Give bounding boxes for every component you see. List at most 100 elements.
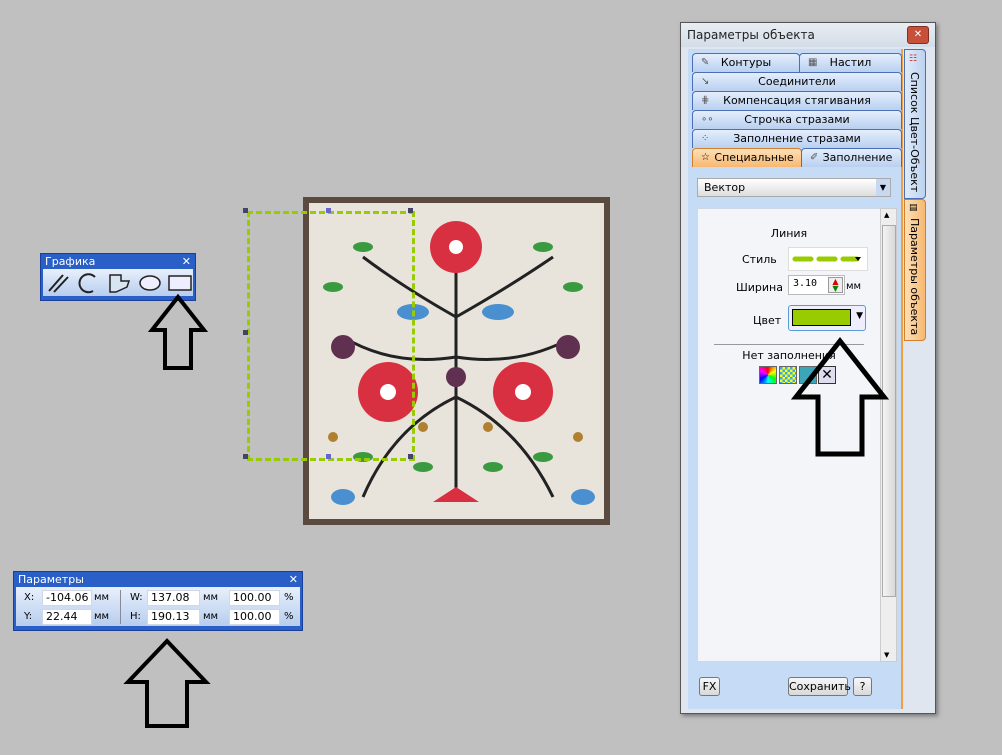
selection-handle[interactable] bbox=[326, 208, 331, 213]
line-style-select[interactable] bbox=[788, 247, 868, 271]
tab-fill-stitch[interactable]: ▦ Настил bbox=[799, 53, 902, 72]
ellipse-tool-icon[interactable] bbox=[139, 275, 161, 291]
arc-tool-icon[interactable] bbox=[78, 273, 96, 294]
scroll-down-icon[interactable]: ▼ bbox=[884, 651, 889, 659]
properties-area: Линия Стиль Ширина 3.10 ▲ ▼ мм Цвет ▼ Нет… bbox=[697, 208, 881, 662]
side-tab-object-params[interactable]: ▤ Параметры объекта bbox=[904, 199, 926, 341]
type-select[interactable]: Вектор ▼ bbox=[697, 178, 891, 197]
x-input[interactable]: -104.06 bbox=[42, 590, 92, 606]
percent-label: % bbox=[284, 611, 294, 622]
scrollbar[interactable]: ▲ ▼ bbox=[880, 208, 897, 662]
params-toolbar: Параметры ✕ X: -104.06 мм Y: 22.44 мм W: … bbox=[13, 571, 303, 631]
chevron-down-icon[interactable]: ▼ bbox=[876, 179, 890, 196]
fx-button[interactable]: FX bbox=[699, 677, 720, 696]
up-arrow-icon bbox=[123, 638, 211, 728]
width-value: 3.10 bbox=[793, 278, 818, 289]
divider bbox=[714, 344, 864, 345]
divider bbox=[120, 590, 121, 624]
rhinestone-line-icon: ∘∘ bbox=[701, 114, 714, 125]
selection-handle[interactable] bbox=[243, 208, 248, 213]
up-arrow-icon bbox=[147, 293, 209, 370]
unit-label: мм bbox=[203, 592, 219, 603]
close-button[interactable]: ✕ bbox=[907, 26, 929, 44]
star-icon: ☆ bbox=[701, 152, 710, 163]
selection-handle[interactable] bbox=[243, 454, 248, 459]
line-color-picker[interactable]: ▼ bbox=[788, 305, 866, 331]
save-button[interactable]: Сохранить bbox=[788, 677, 851, 696]
selection-handle[interactable] bbox=[408, 208, 413, 213]
style-label: Стиль bbox=[742, 253, 777, 266]
tab-contours[interactable]: ✎ Контуры bbox=[692, 53, 800, 72]
tab-label: Заполнение bbox=[822, 151, 893, 164]
fill-stitch-icon: ▦ bbox=[808, 57, 818, 68]
line-tool-icon[interactable] bbox=[48, 274, 69, 293]
close-icon[interactable]: ✕ bbox=[289, 572, 298, 587]
selection-handle[interactable] bbox=[243, 330, 248, 335]
params-icon: ▤ bbox=[909, 203, 918, 213]
graphics-toolbar: Графика ✕ bbox=[40, 253, 196, 301]
tab-rhinestone-line[interactable]: ∘∘ Строчка стразами bbox=[692, 110, 902, 129]
side-tab-label: Параметры объекта bbox=[908, 218, 921, 336]
tab-fill[interactable]: ✐ Заполнение bbox=[801, 148, 902, 167]
h-label: H: bbox=[130, 611, 141, 622]
unit-label: мм bbox=[94, 592, 110, 603]
width-input[interactable]: 3.10 ▲ ▼ bbox=[788, 275, 845, 295]
scrollbar-thumb[interactable] bbox=[882, 225, 896, 597]
compensation-icon: ⋕ bbox=[701, 95, 710, 106]
y-label: Y: bbox=[24, 611, 33, 622]
line-section-title: Линия bbox=[770, 227, 808, 240]
close-icon[interactable]: ✕ bbox=[182, 254, 191, 269]
w-percent-input[interactable]: 100.00 bbox=[229, 590, 280, 606]
y-input[interactable]: 22.44 bbox=[42, 609, 92, 625]
selection-frame[interactable] bbox=[247, 211, 415, 461]
h-input[interactable]: 190.13 bbox=[147, 609, 200, 625]
unit-label: мм bbox=[203, 611, 219, 622]
toolbar-title: Параметры bbox=[18, 573, 84, 586]
tab-label: Настил bbox=[829, 56, 872, 69]
toolbar-title: Графика bbox=[45, 255, 96, 268]
width-label: Ширина bbox=[736, 281, 783, 294]
connector-icon: ↘ bbox=[701, 76, 710, 87]
spinner-icon[interactable]: ▲ ▼ bbox=[828, 277, 843, 293]
selection-handle[interactable] bbox=[326, 454, 331, 459]
pattern-fill-icon[interactable] bbox=[779, 366, 797, 384]
tab-rhinestone-fill[interactable]: ⁘ Заполнение стразами bbox=[692, 129, 902, 148]
tab-connectors[interactable]: ↘ Соединители bbox=[692, 72, 902, 91]
scroll-up-icon[interactable]: ▲ bbox=[884, 211, 889, 219]
selection-handle[interactable] bbox=[408, 454, 413, 459]
chevron-down-icon[interactable]: ▼ bbox=[856, 311, 863, 321]
graphics-tools bbox=[48, 273, 192, 294]
side-tab-label: Список Цвет-Объект bbox=[908, 72, 921, 193]
graphics-toolbar-title: Графика ✕ bbox=[41, 254, 195, 269]
tab-label: Контуры bbox=[720, 56, 772, 69]
tab-compensation[interactable]: ⋕ Компенсация стягивания bbox=[692, 91, 902, 110]
texture-fill-icon[interactable] bbox=[799, 366, 817, 384]
dashed-line-preview bbox=[792, 256, 861, 262]
color-list-icon: ☷ bbox=[909, 54, 918, 64]
x-label: X: bbox=[24, 592, 35, 603]
no-fill-icon[interactable]: ✕ bbox=[818, 366, 836, 384]
rhinestone-fill-icon: ⁘ bbox=[701, 133, 710, 144]
help-button[interactable]: ? bbox=[853, 677, 872, 696]
unit-label: мм bbox=[94, 611, 110, 622]
side-tab-color-list[interactable]: ☷ Список Цвет-Объект bbox=[904, 49, 926, 199]
tab-label: Строчка стразами bbox=[744, 113, 850, 126]
tab-label: Компенсация стягивания bbox=[723, 94, 871, 107]
tab-label: Соединители bbox=[758, 75, 836, 88]
title-bar: Параметры объекта ✕ bbox=[681, 23, 935, 47]
tab-label: Заполнение стразами bbox=[733, 132, 861, 145]
object-params-window: Параметры объекта ✕ ✎ Контуры ▦ Настил ↘ Со… bbox=[680, 22, 936, 714]
w-input[interactable]: 137.08 bbox=[147, 590, 200, 606]
color-label: Цвет bbox=[753, 314, 782, 327]
fill-section-title: Нет заполнения bbox=[742, 349, 836, 362]
polygon-tool-icon[interactable] bbox=[109, 274, 131, 293]
percent-label: % bbox=[284, 592, 294, 603]
select-value: Вектор bbox=[704, 181, 746, 194]
window-title: Параметры объекта bbox=[687, 28, 815, 42]
gradient-fill-icon[interactable] bbox=[759, 366, 777, 384]
fill-bucket-icon: ✐ bbox=[810, 152, 819, 163]
tab-special[interactable]: ☆ Специальные bbox=[692, 148, 802, 167]
rectangle-tool-icon[interactable] bbox=[168, 275, 192, 291]
tab-label: Специальные bbox=[714, 151, 794, 164]
h-percent-input[interactable]: 100.00 bbox=[229, 609, 280, 625]
